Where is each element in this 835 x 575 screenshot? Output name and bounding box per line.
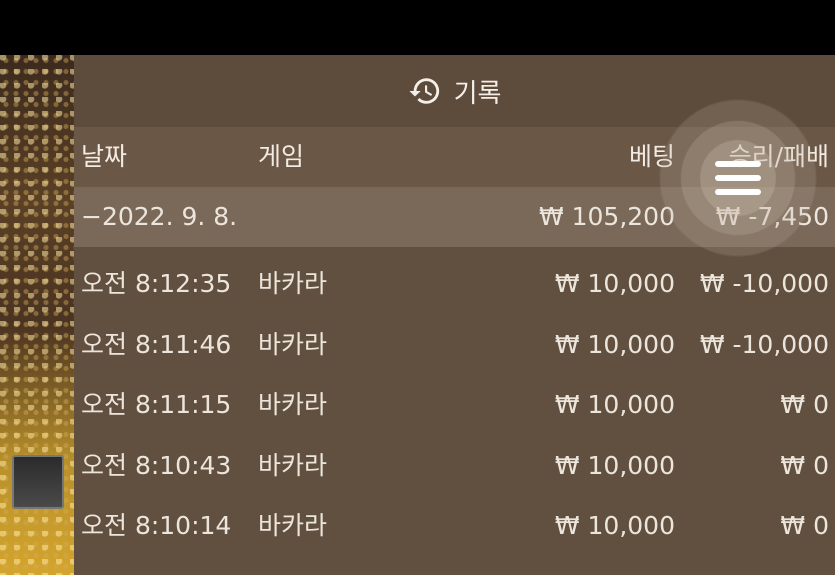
row-game: 바카라 <box>258 451 328 480</box>
row-winloss: ₩ -10,000 <box>699 330 829 359</box>
row-bet: ₩ 10,000 <box>554 451 675 480</box>
summary-bet: ₩ 105,200 <box>538 202 675 231</box>
table-row[interactable]: 오전 8:10:43 바카라 ₩ 10,000 ₩ 0 <box>74 436 835 496</box>
row-bet: ₩ 10,000 <box>554 269 675 298</box>
row-bet: ₩ 10,000 <box>554 330 675 359</box>
row-bet: ₩ 10,000 <box>554 390 675 419</box>
row-game: 바카라 <box>258 511 328 540</box>
table-row[interactable]: 오전 8:10:14 바카라 ₩ 10,000 ₩ 0 <box>74 496 835 556</box>
row-game: 바카라 <box>258 330 328 359</box>
row-game: 바카라 <box>258 269 328 298</box>
column-game: 게임 <box>258 142 305 171</box>
row-winloss: ₩ -10,000 <box>699 269 829 298</box>
row-time: 오전 8:10:14 <box>81 511 232 540</box>
row-time: 오전 8:11:46 <box>81 330 232 359</box>
row-bet: ₩ 10,000 <box>554 511 675 540</box>
table-row[interactable]: 오전 8:11:46 바카라 ₩ 10,000 ₩ -10,000 <box>74 315 835 375</box>
live-dealer-video-background <box>0 55 80 575</box>
table-row[interactable]: 오전 8:12:35 바카라 ₩ 10,000 ₩ -10,000 <box>74 254 835 314</box>
row-time: 오전 8:12:35 <box>81 269 232 298</box>
row-time: 오전 8:10:43 <box>81 451 232 480</box>
column-date: 날짜 <box>81 142 128 171</box>
row-game: 바카라 <box>258 390 328 419</box>
history-icon <box>408 74 442 108</box>
card-shoe-image <box>12 455 64 509</box>
row-winloss: ₩ 0 <box>780 451 829 480</box>
row-winloss: ₩ 0 <box>780 511 829 540</box>
row-winloss: ₩ 0 <box>780 390 829 419</box>
history-title: 기록 <box>453 78 502 109</box>
top-black-bar <box>0 0 835 55</box>
row-time: 오전 8:11:15 <box>81 390 232 419</box>
summary-date: −2022. 9. 8. <box>81 202 238 231</box>
floating-menu-button[interactable] <box>658 98 818 258</box>
table-row[interactable]: 오전 8:11:15 바카라 ₩ 10,000 ₩ 0 <box>74 375 835 435</box>
hamburger-menu-icon <box>715 161 761 195</box>
